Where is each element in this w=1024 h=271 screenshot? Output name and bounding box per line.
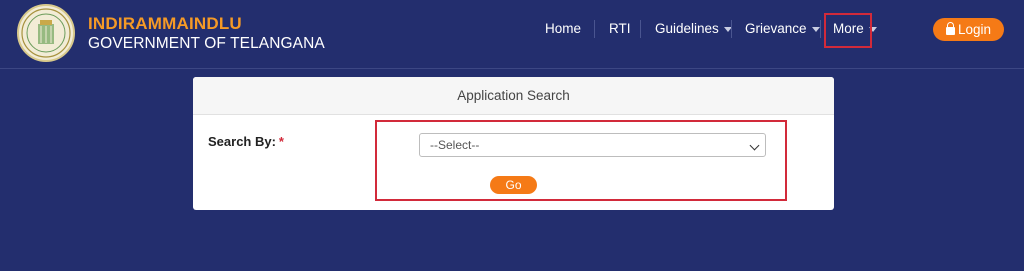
nav-divider: [820, 20, 821, 38]
select-value: --Select--: [430, 138, 480, 152]
chevron-down-icon: [749, 140, 760, 151]
login-label: Login: [957, 22, 992, 37]
nav-item-label: Guidelines: [655, 21, 719, 36]
lock-icon: [945, 22, 955, 35]
card-title: Application Search: [193, 77, 834, 115]
nav-divider: [731, 20, 732, 38]
nav-item-label: Grievance: [745, 21, 807, 36]
nav-item-label: RTI: [609, 21, 631, 36]
search-by-label: Search By: *: [208, 134, 284, 149]
more-highlight-box: [824, 13, 872, 48]
telangana-emblem-logo: [17, 4, 75, 62]
nav-item-guidelines[interactable]: Guidelines: [655, 21, 732, 36]
site-header: INDIRAMMAINDLU GOVERNMENT OF TELANGANA H…: [0, 0, 1024, 69]
brand-subtitle: GOVERNMENT OF TELANGANA: [88, 35, 325, 52]
login-button[interactable]: Login: [933, 18, 1004, 41]
brand-title: INDIRAMMAINDLU: [88, 14, 242, 33]
nav-divider: [594, 20, 595, 38]
required-mark: *: [278, 134, 284, 149]
go-button[interactable]: Go: [490, 176, 537, 194]
nav-item-grievance[interactable]: Grievance: [745, 21, 820, 36]
search-by-select[interactable]: --Select--: [419, 133, 766, 157]
nav-item-label: Home: [545, 21, 582, 36]
search-by-label-text: Search By:: [208, 134, 276, 149]
nav-divider: [640, 20, 641, 38]
chevron-down-icon: [811, 26, 820, 32]
nav-item-rti[interactable]: RTI: [609, 21, 631, 36]
application-search-card: Application Search Search By: * --Select-…: [193, 77, 834, 210]
nav-item-home[interactable]: Home: [545, 21, 581, 36]
